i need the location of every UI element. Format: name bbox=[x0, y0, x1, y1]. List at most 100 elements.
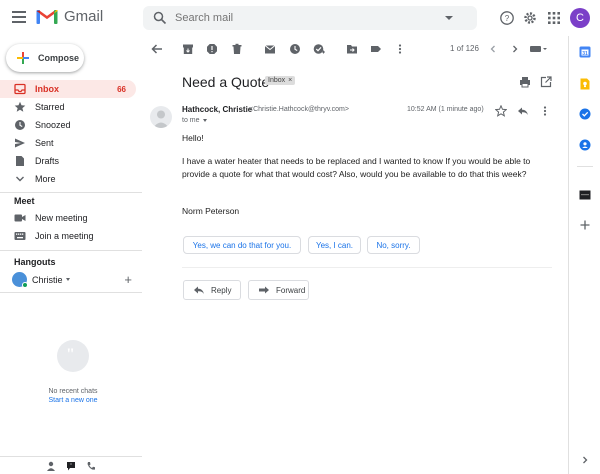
sidebar-item-snoozed[interactable]: Snoozed bbox=[0, 116, 136, 134]
chevron-down-icon[interactable] bbox=[202, 119, 207, 122]
settings-gear-icon[interactable] bbox=[522, 10, 538, 26]
new-meeting-label: New meeting bbox=[35, 213, 88, 223]
label-chip-text: Inbox bbox=[268, 77, 286, 84]
input-tools-keyboard-icon[interactable] bbox=[529, 43, 549, 55]
sidebar-divider bbox=[0, 292, 142, 293]
side-panel-rail: 31 bbox=[568, 36, 600, 474]
apps-grid-icon[interactable] bbox=[546, 10, 562, 26]
pager-count: 1 of 126 bbox=[450, 44, 479, 53]
sidebar-item-more[interactable]: More bbox=[0, 170, 136, 188]
person-icon[interactable] bbox=[46, 461, 56, 471]
phone-icon[interactable] bbox=[86, 461, 96, 471]
top-header: Gmail ? C bbox=[0, 0, 600, 36]
gmail-m-icon bbox=[36, 9, 58, 24]
join-meeting-button[interactable]: Join a meeting bbox=[14, 231, 94, 241]
print-icon[interactable] bbox=[519, 76, 531, 88]
forward-label: Forward bbox=[276, 285, 306, 295]
email-timestamp: 10:52 AM (1 minute ago) bbox=[407, 106, 484, 113]
smart-reply-3[interactable]: No, sorry. bbox=[367, 236, 420, 254]
draft-icon bbox=[16, 156, 24, 166]
sidebar-item-inbox[interactable]: Inbox 66 bbox=[0, 80, 136, 98]
more-vertical-icon[interactable] bbox=[394, 43, 406, 55]
email-subject: Need a Quote bbox=[182, 74, 270, 90]
contacts-icon[interactable] bbox=[579, 139, 591, 151]
chevron-down-icon[interactable] bbox=[65, 278, 70, 281]
reply-label: Reply bbox=[211, 285, 232, 295]
smart-reply-1[interactable]: Yes, we can do that for you. bbox=[183, 236, 301, 254]
sidebar-item-label: Inbox bbox=[35, 84, 59, 94]
hangouts-section-title: Hangouts bbox=[14, 257, 56, 267]
no-chats-text: No recent chats bbox=[48, 388, 98, 395]
search-icon[interactable] bbox=[153, 11, 167, 25]
open-new-window-icon[interactable] bbox=[540, 76, 552, 88]
sidebar-item-starred[interactable]: Starred bbox=[0, 98, 136, 116]
reply-arrow-icon[interactable] bbox=[517, 105, 529, 117]
newer-chevron-left-icon[interactable] bbox=[487, 43, 499, 55]
inbox-label-chip[interactable]: Inbox × bbox=[265, 76, 296, 85]
hangouts-user-name: Christie bbox=[32, 274, 63, 285]
delete-trash-icon[interactable] bbox=[231, 43, 243, 55]
label-tag-icon[interactable] bbox=[370, 43, 382, 55]
svg-text:": " bbox=[70, 464, 72, 469]
hangouts-user[interactable]: Christie + bbox=[12, 272, 132, 288]
help-icon[interactable]: ? bbox=[499, 10, 515, 26]
more-vertical-icon[interactable] bbox=[539, 105, 551, 117]
reply-button[interactable]: Reply bbox=[183, 280, 241, 300]
inbox-unread-count: 66 bbox=[117, 84, 126, 94]
join-meeting-label: Join a meeting bbox=[35, 231, 94, 241]
snooze-clock-icon[interactable] bbox=[289, 43, 301, 55]
move-to-folder-icon[interactable] bbox=[346, 43, 358, 55]
svg-text:?: ? bbox=[505, 14, 510, 23]
sidebar-item-label: Sent bbox=[35, 138, 54, 148]
sidebar-item-label: Snoozed bbox=[35, 120, 71, 130]
older-chevron-right-icon[interactable] bbox=[509, 43, 521, 55]
email-view: 1 of 126 Need a Quote Inbox × Hathcock, … bbox=[142, 36, 568, 474]
sidebar-item-drafts[interactable]: Drafts bbox=[0, 152, 136, 170]
star-outline-icon[interactable] bbox=[495, 105, 507, 117]
sidebar-item-label: Starred bbox=[35, 102, 65, 112]
keep-notes-icon[interactable] bbox=[579, 78, 591, 90]
new-conversation-plus-icon[interactable]: + bbox=[124, 272, 132, 287]
forward-button[interactable]: Forward bbox=[248, 280, 309, 300]
back-arrow-icon[interactable] bbox=[151, 43, 163, 55]
email-signature: Norm Peterson bbox=[182, 206, 240, 216]
get-addons-plus-icon[interactable] bbox=[579, 219, 591, 231]
addon-app-icon[interactable] bbox=[579, 189, 591, 201]
sidebar-nav: Inbox 66 Starred Snoozed Sent Drafts Mor… bbox=[0, 80, 136, 188]
remove-label-icon[interactable]: × bbox=[288, 77, 292, 84]
sidebar-item-label: Drafts bbox=[35, 156, 60, 166]
forward-arrow-icon bbox=[259, 286, 269, 294]
compose-button[interactable]: Compose bbox=[6, 44, 84, 72]
sender-name[interactable]: Hathcock, Christie bbox=[182, 105, 252, 114]
archive-icon[interactable] bbox=[182, 43, 194, 55]
smart-reply-2[interactable]: Yes, I can. bbox=[308, 236, 361, 254]
compose-label: Compose bbox=[38, 53, 80, 63]
recipient-text: to me bbox=[182, 117, 200, 124]
sidebar-item-label: More bbox=[35, 174, 56, 184]
tasks-icon[interactable] bbox=[579, 108, 591, 120]
new-meeting-button[interactable]: New meeting bbox=[14, 213, 88, 223]
add-to-tasks-icon[interactable] bbox=[313, 43, 325, 55]
chat-bubble-icon[interactable]: " bbox=[66, 461, 76, 471]
sidebar-item-sent[interactable]: Sent bbox=[0, 134, 136, 152]
sender-avatar[interactable] bbox=[150, 106, 172, 128]
keyboard-icon bbox=[14, 232, 26, 240]
start-chat-link[interactable]: Start a new one bbox=[0, 397, 146, 404]
reply-arrow-icon bbox=[194, 286, 204, 294]
mark-unread-icon[interactable] bbox=[264, 43, 276, 55]
expand-panel-chevron-icon[interactable] bbox=[579, 454, 591, 466]
report-spam-icon[interactable] bbox=[206, 43, 218, 55]
search-options-icon[interactable] bbox=[445, 16, 453, 20]
account-avatar[interactable]: C bbox=[570, 8, 590, 28]
search-bar[interactable] bbox=[143, 6, 477, 30]
main-menu-icon[interactable] bbox=[12, 11, 26, 23]
gmail-logo[interactable]: Gmail bbox=[36, 8, 103, 25]
video-camera-icon bbox=[14, 214, 26, 222]
send-icon bbox=[15, 138, 25, 148]
recipient-details[interactable]: to me bbox=[182, 117, 207, 124]
clock-icon bbox=[15, 120, 25, 130]
calendar-icon[interactable]: 31 bbox=[579, 46, 591, 58]
app-name: Gmail bbox=[64, 8, 104, 25]
search-input[interactable] bbox=[175, 12, 445, 24]
sidebar-divider bbox=[0, 192, 142, 193]
